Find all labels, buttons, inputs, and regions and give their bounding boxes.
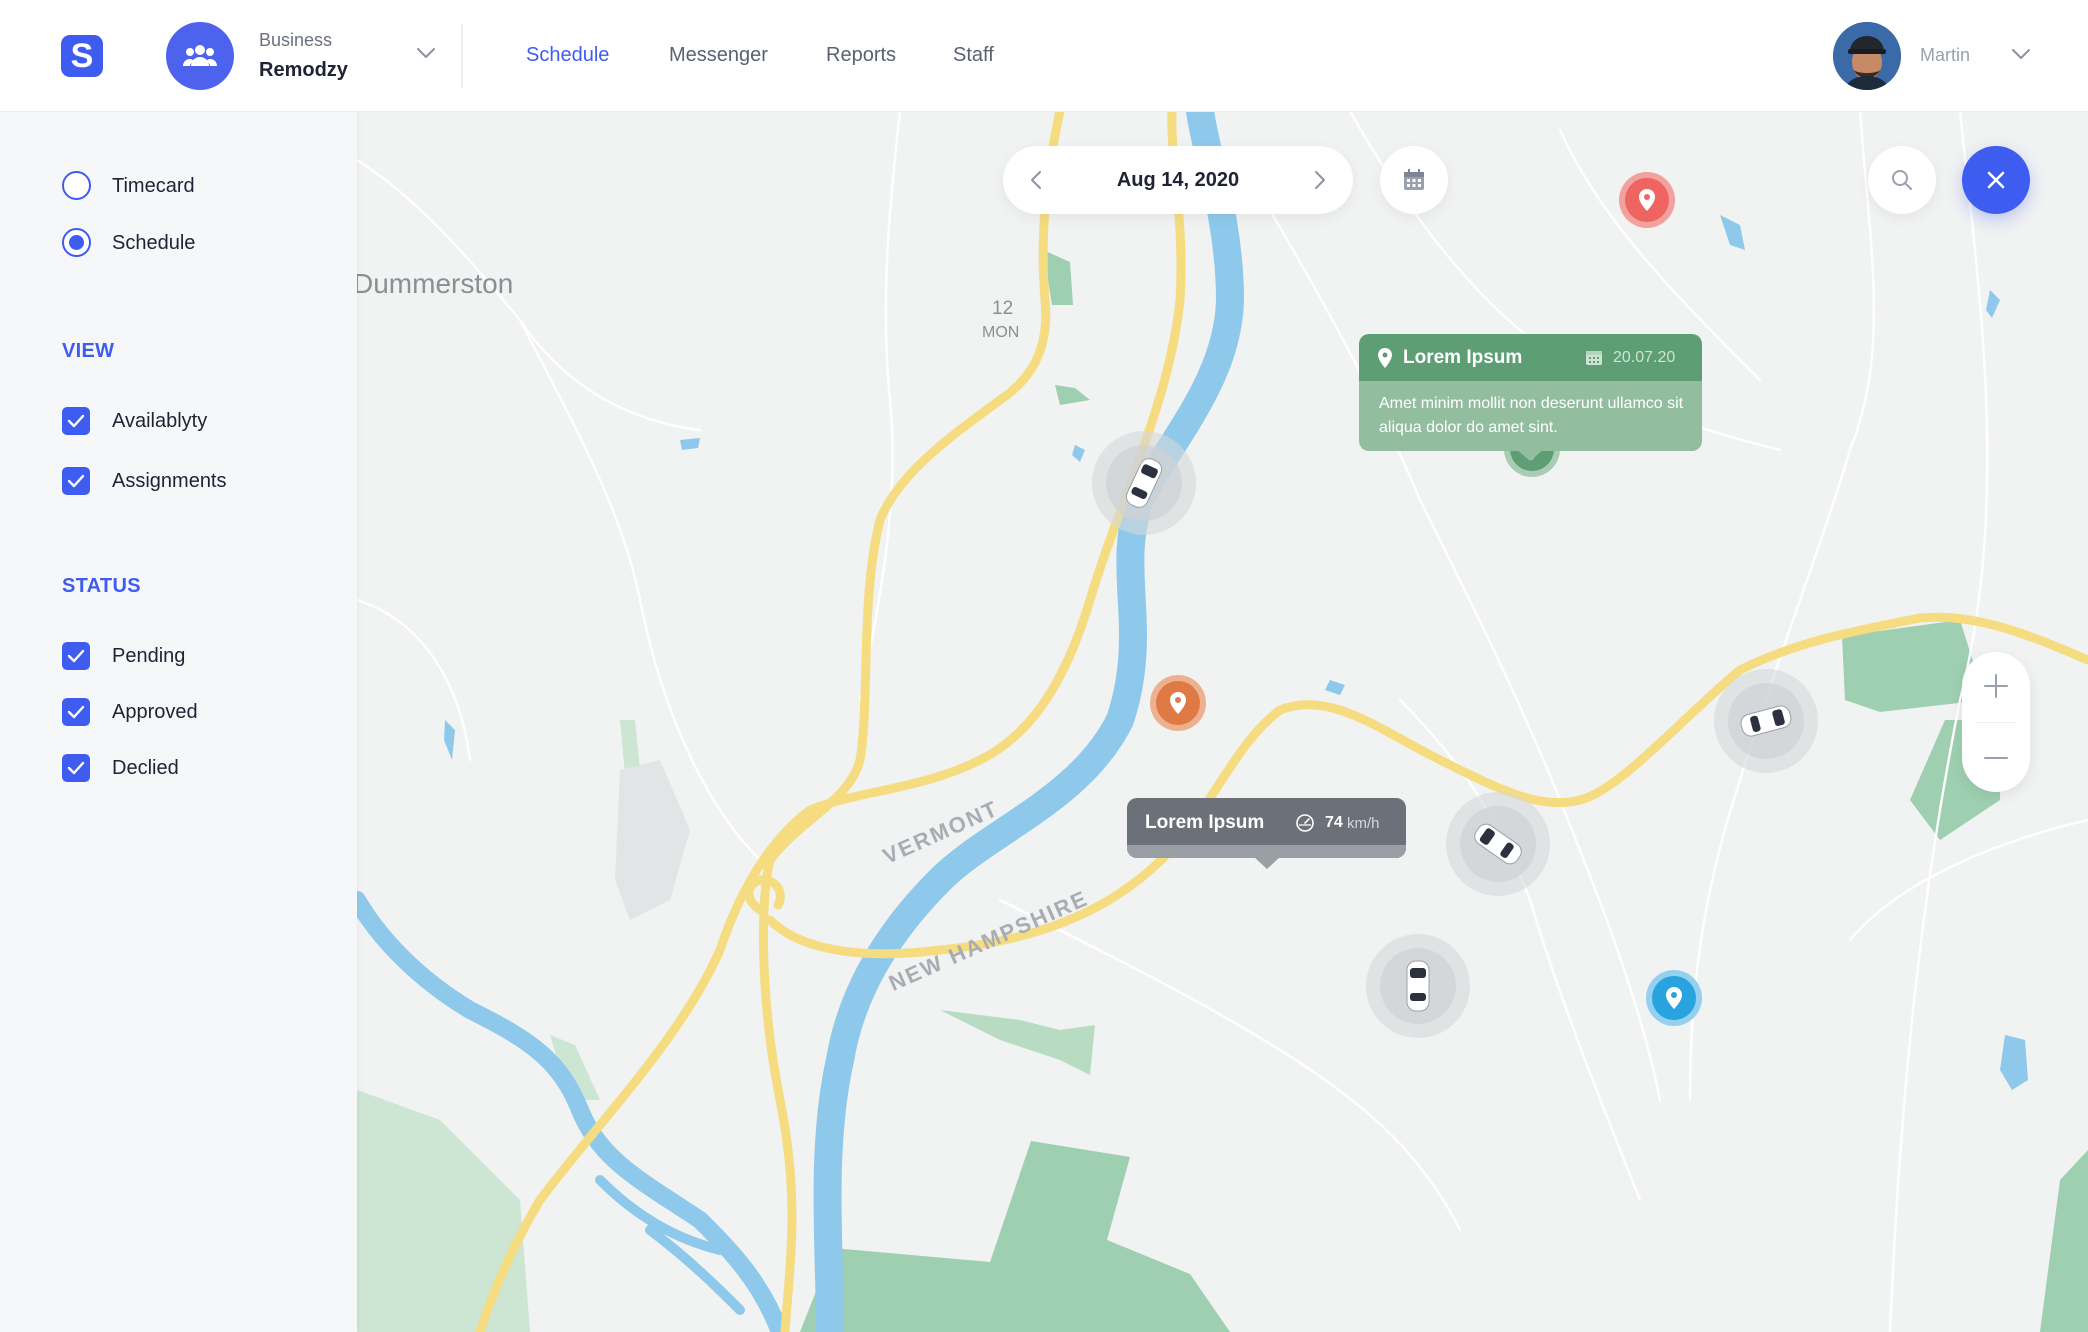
vehicle-tooltip-title: Lorem Ipsum	[1145, 812, 1265, 833]
map-label-route-sub: MON	[982, 324, 1020, 341]
map-label-route-number: 12	[992, 298, 1014, 319]
map-search-button[interactable]	[1868, 146, 1936, 214]
place-tooltip-text: Amet minim mollit non deserunt ullamco s…	[1379, 395, 1684, 436]
search-icon	[1892, 170, 1912, 190]
vehicle-marker[interactable]	[1711, 666, 1821, 776]
vehicle-tooltip-arrow	[1254, 857, 1280, 869]
close-map-button[interactable]	[1962, 146, 2030, 214]
user-name: Martin	[1920, 45, 1971, 65]
top-bar: S Business Remodzy Schedule Messenger Re…	[0, 0, 2088, 111]
close-icon	[1987, 171, 2005, 189]
nav-reports[interactable]: Reports	[826, 44, 896, 67]
current-date: Aug 14, 2020	[1116, 169, 1240, 191]
vehicle-speed-unit: km/h	[1347, 815, 1380, 832]
check-icon	[67, 761, 85, 775]
app-logo[interactable]: S	[61, 35, 103, 77]
vehicle-marker[interactable]	[1443, 789, 1553, 899]
user-avatar[interactable]	[1833, 22, 1901, 90]
date-navigator: Aug 14, 2020	[1003, 146, 1353, 214]
business-chevron-down-icon[interactable]	[415, 46, 437, 60]
highways	[475, 111, 2088, 1332]
check-icon	[67, 649, 85, 663]
check-icon	[67, 705, 85, 719]
radio-timecard-label: Timecard	[112, 175, 195, 197]
vehicle-marker[interactable]	[1363, 931, 1473, 1041]
checkbox-assignments-label: Assignments	[112, 470, 227, 492]
checkbox-availability[interactable]	[62, 407, 90, 435]
calendar-button[interactable]	[1380, 146, 1448, 214]
checkbox-assignments[interactable]	[62, 467, 90, 495]
checkbox-declined[interactable]	[62, 754, 90, 782]
nav-schedule[interactable]: Schedule	[526, 44, 609, 67]
zoom-out-icon[interactable]	[1962, 724, 2030, 792]
map-base-layer	[357, 111, 2088, 1332]
radio-schedule-label: Schedule	[112, 232, 196, 254]
view-section-title: VIEW	[62, 340, 115, 362]
location-pin-blue[interactable]	[1645, 969, 1703, 1027]
radio-timecard[interactable]	[62, 171, 91, 200]
nav-messenger[interactable]: Messenger	[669, 44, 768, 67]
chevron-right-icon[interactable]	[1313, 169, 1327, 191]
place-tooltip-title: Lorem Ipsum	[1403, 347, 1523, 368]
place-tooltip-date: 20.07.20	[1613, 349, 1676, 366]
checkbox-approved[interactable]	[62, 698, 90, 726]
location-pin-orange[interactable]	[1149, 674, 1207, 732]
zoom-in-icon[interactable]	[1962, 652, 2030, 720]
check-icon	[67, 414, 85, 428]
vehicle-tooltip[interactable]: Lorem Ipsum 74 km/h	[1127, 798, 1406, 858]
checkbox-pending-label: Pending	[112, 645, 186, 667]
filter-sidebar: Timecard Schedule VIEW Availablyty Assig…	[0, 111, 357, 1332]
place-tooltip[interactable]: Lorem Ipsum 20.07.20 Amet minim mollit n…	[1359, 334, 1702, 451]
calendar-icon	[1404, 169, 1424, 190]
check-icon	[67, 474, 85, 488]
user-chevron-down-icon[interactable]	[2010, 47, 2032, 61]
zoom-control	[1962, 652, 2030, 792]
place-tooltip-arrow	[1516, 449, 1544, 461]
location-pin-red[interactable]	[1618, 171, 1676, 229]
location-pin-icon	[1378, 348, 1392, 368]
business-label: Business	[259, 30, 333, 50]
zoom-divider	[1976, 722, 2016, 723]
speedometer-icon	[1296, 814, 1314, 832]
team-icon	[183, 45, 217, 66]
nav-staff[interactable]: Staff	[953, 44, 994, 67]
checkbox-pending[interactable]	[62, 642, 90, 670]
map-canvas[interactable]: Dummerston 12 MON VERMONT NEW HAMPSHIRE	[357, 111, 2088, 1332]
radio-schedule[interactable]	[62, 228, 91, 257]
status-section-title: STATUS	[62, 575, 141, 597]
checkbox-availability-label: Availablyty	[112, 410, 208, 432]
map-label-town: Dummerston	[357, 268, 514, 299]
checkbox-approved-label: Approved	[112, 701, 198, 723]
app-window: S Business Remodzy Schedule Messenger Re…	[0, 0, 2088, 1332]
vehicle-marker[interactable]	[1089, 428, 1199, 538]
user-photo	[1833, 22, 1901, 90]
calendar-icon	[1586, 351, 1602, 365]
business-name: Remodzy	[259, 59, 348, 81]
checkbox-declined-label: Declied	[112, 757, 179, 779]
vehicle-speed-value: 74	[1325, 814, 1343, 831]
header-divider	[461, 24, 463, 88]
business-avatar[interactable]	[166, 22, 234, 90]
